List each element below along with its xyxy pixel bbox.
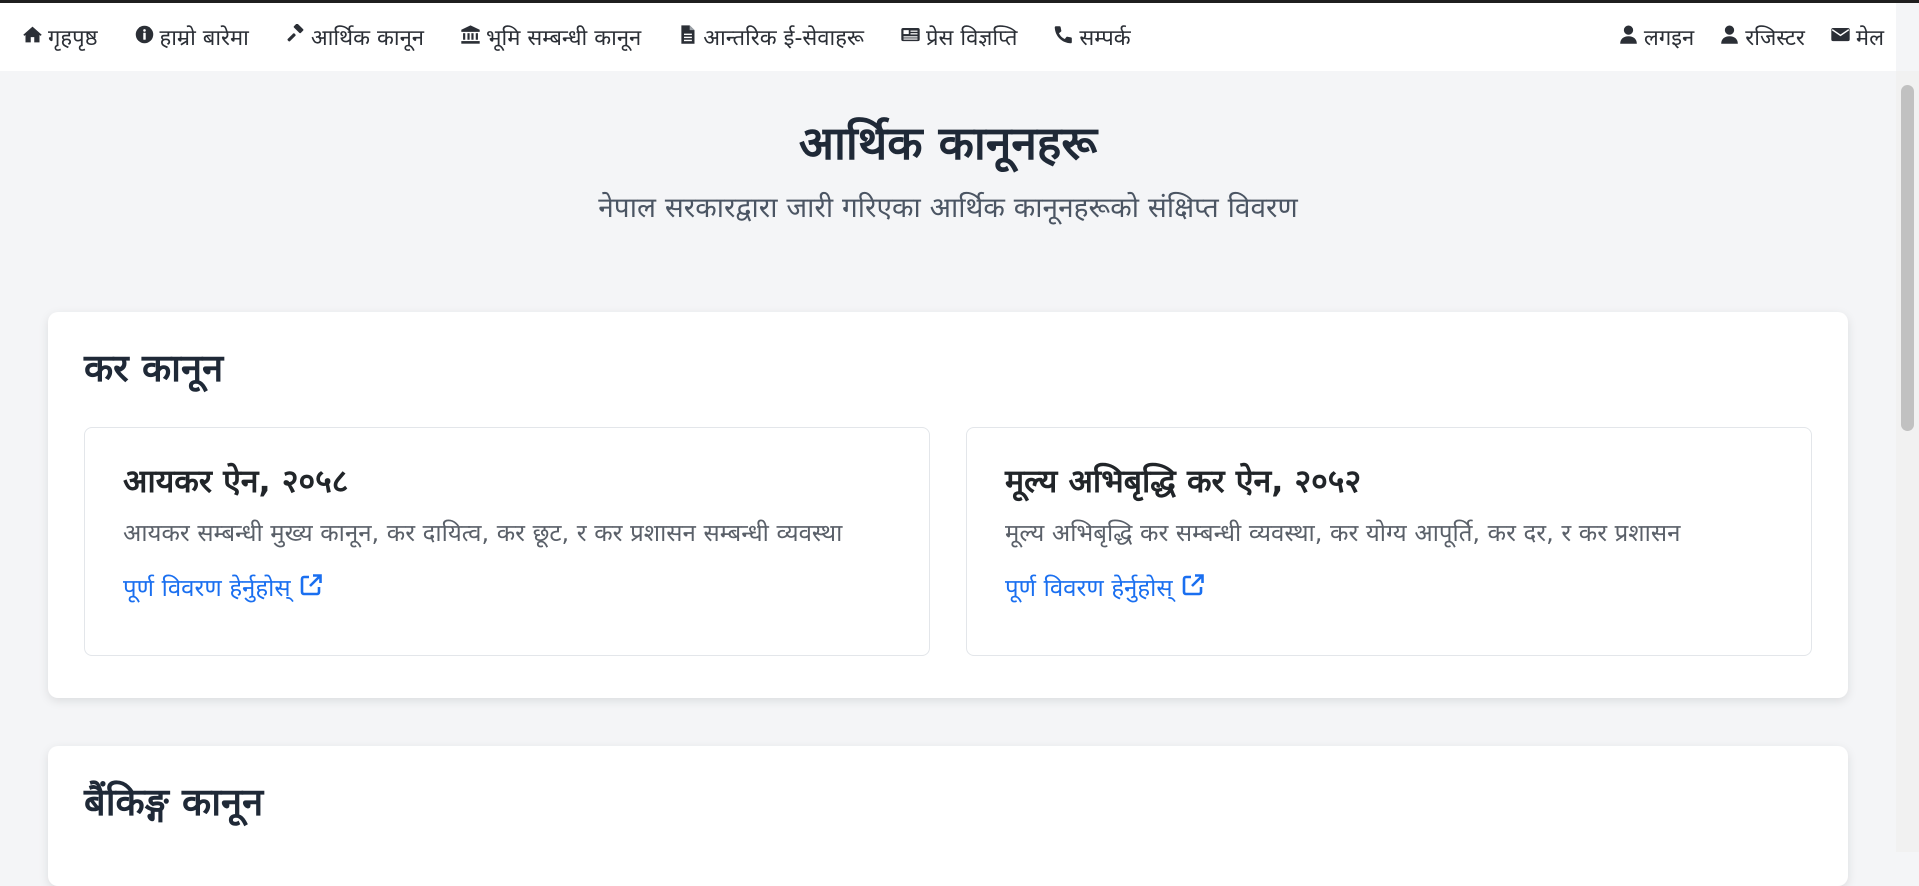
external-link-icon <box>1181 573 1205 603</box>
law-card-description: मूल्य अभिबृद्धि कर सम्बन्धी व्यवस्था, कर… <box>1005 518 1681 547</box>
view-details-link[interactable]: पूर्ण विवरण हेर्नुहोस् <box>1005 571 1205 604</box>
law-card-income-tax: आयकर ऐन, २०५८ आयकर सम्बन्धी मुख्य कानून,… <box>84 426 930 656</box>
law-card-title: मूल्य अभिबृद्धि कर ऐन, २०५२ <box>1005 461 1362 500</box>
nav-left-group: गृहपृष्ठ हाम्रो बारेमा आर्थिक कानून भूमि… <box>22 22 1167 52</box>
phone-icon <box>1053 24 1074 51</box>
nav-label: मेल <box>1855 26 1884 51</box>
nav-item-mail[interactable]: मेल <box>1830 22 1884 52</box>
law-card-description: आयकर सम्बन्धी मुख्य कानून, कर दायित्व, क… <box>123 518 843 547</box>
page-subtitle: नेपाल सरकारद्वारा जारी गरिएका आर्थिक कान… <box>598 191 1298 225</box>
newspaper-icon <box>900 24 921 51</box>
envelope-icon <box>1830 24 1851 51</box>
nav-item-about[interactable]: हाम्रो बारेमा <box>134 22 249 52</box>
nav-item-press-release[interactable]: प्रेस विज्ञप्ति <box>900 22 1017 52</box>
home-icon <box>22 24 43 51</box>
external-link-icon <box>299 573 323 603</box>
nav-right-group: लगइन रजिस्टर मेल <box>1593 22 1884 52</box>
nav-item-land-law[interactable]: भूमि सम्बन्धी कानून <box>460 22 641 52</box>
law-card-vat: मूल्य अभिबृद्धि कर ऐन, २०५२ मूल्य अभिबृद… <box>966 426 1812 656</box>
bank-icon <box>460 24 481 51</box>
law-card-grid: आयकर ऐन, २०५८ आयकर सम्बन्धी मुख्य कानून,… <box>84 426 1812 656</box>
user-icon <box>1618 24 1639 51</box>
section-title: कर कानून <box>84 346 224 390</box>
nav-item-home[interactable]: गृहपृष्ठ <box>22 22 98 52</box>
page-title: आर्थिक कानूनहरू <box>798 116 1098 170</box>
top-navbar: गृहपृष्ठ हाम्रो बारेमा आर्थिक कानून भूमि… <box>0 3 1896 71</box>
nav-label: भूमि सम्बन्धी कानून <box>486 26 642 51</box>
section-title: बैंकिङ्ग कानून <box>84 780 264 824</box>
page-scrollbar[interactable] <box>1896 71 1919 852</box>
nav-label: गृहपृष्ठ <box>48 26 98 51</box>
nav-item-contact[interactable]: सम्पर्क <box>1053 22 1131 52</box>
user-icon <box>1719 24 1740 51</box>
scrollbar-thumb[interactable] <box>1901 85 1914 431</box>
nav-label: रजिस्टर <box>1745 26 1805 51</box>
nav-label: आन्तरिक ई-सेवाहरू <box>703 26 864 51</box>
section-banking-law: बैंकिङ्ग कानून <box>48 746 1848 886</box>
nav-item-register[interactable]: रजिस्टर <box>1719 22 1805 52</box>
link-label: पूर्ण विवरण हेर्नुहोस् <box>123 574 291 603</box>
info-circle-icon <box>134 24 155 51</box>
nav-label: हाम्रो बारेमा <box>159 26 249 51</box>
link-label: पूर्ण विवरण हेर्नुहोस् <box>1005 574 1173 603</box>
nav-label: सम्पर्क <box>1079 26 1131 51</box>
view-details-link[interactable]: पूर्ण विवरण हेर्नुहोस् <box>123 571 323 604</box>
document-icon <box>677 24 698 51</box>
nav-item-internal-eservices[interactable]: आन्तरिक ई-सेवाहरू <box>677 22 864 52</box>
law-card-title: आयकर ऐन, २०५८ <box>123 461 349 500</box>
page-header: आर्थिक कानूनहरू नेपाल सरकारद्वारा जारी ग… <box>0 71 1896 225</box>
nav-label: प्रेस विज्ञप्ति <box>925 26 1018 51</box>
nav-label: आर्थिक कानून <box>310 26 425 51</box>
nav-label: लगइन <box>1643 26 1695 51</box>
nav-item-economic-law[interactable]: आर्थिक कानून <box>285 22 424 52</box>
gavel-icon <box>285 23 306 51</box>
section-tax-law: कर कानून आयकर ऐन, २०५८ आयकर सम्बन्धी मुख… <box>48 312 1848 698</box>
nav-item-login[interactable]: लगइन <box>1618 22 1694 52</box>
